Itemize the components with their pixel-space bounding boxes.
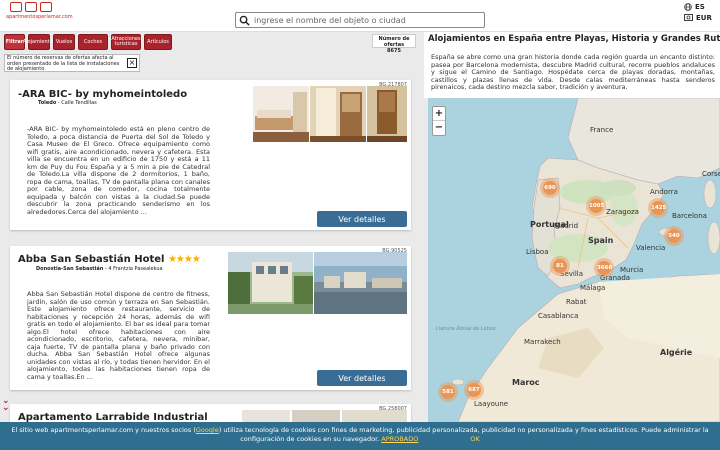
site-logo[interactable]: apartmentosperlamar.com [6,2,73,24]
listing-location: Donostia-San Sebastián - 4 Frantzia Pase… [36,266,163,272]
header: apartmentosperlamar.com ingrese el nombr… [0,0,720,32]
notice-text: El número de reservas de ofertas afecta … [7,55,120,72]
map-cluster-marker[interactable]: 540 [664,226,684,246]
filter-cars[interactable]: Coches [78,34,108,50]
cookie-approve-link[interactable]: APROBADO [381,435,418,443]
map-cluster-marker[interactable]: 81 [550,256,570,276]
region-info-panel: Alojamientos en España entre Playas, His… [424,32,720,98]
listing-title[interactable]: -ARA BIC- by myhomeintoledo [18,89,187,100]
map-label: Rabat [566,298,587,306]
listing-description: -ARA BIC- by myhomeintoledo está en plen… [27,125,210,216]
map-label: Andorra [650,188,678,196]
language-selector[interactable]: ES [684,1,718,12]
region-description: España se abre como una gran historia do… [431,53,715,91]
map-label: Lisboa [526,248,549,256]
currency-selector[interactable]: EUR [684,12,718,23]
zoom-in-button[interactable]: + [433,107,445,121]
map-cluster-marker[interactable]: 690 [540,178,560,198]
map-label: Portugal [530,220,569,229]
zoom-controls: + − [432,106,446,136]
logo-icons [6,2,72,12]
sort-notice: El número de reservas de ofertas afecta … [4,54,140,72]
map-label: Marrakech [524,338,561,346]
language-currency[interactable]: ES EUR [684,1,718,23]
view-details-button[interactable]: Ver detalles [317,211,407,227]
map-label: Algérie [660,348,693,357]
map-label: Barcelona [672,212,707,220]
offers-count-box: Número de ofertas 8675 [372,34,416,54]
listing-location: Toledo - Calle Tendillas [38,100,97,106]
map-label: France [590,126,614,134]
map-cluster-marker[interactable]: 3666 [594,258,614,278]
map-cluster-marker[interactable]: 687 [464,380,484,400]
money-icon [684,14,693,21]
map-label: Málaga [580,284,606,292]
map-cluster-marker[interactable]: 1005 [586,196,606,216]
filter-attractions[interactable]: Atracciones turísticas [111,34,141,50]
map-label: Casablanca [538,312,579,320]
listing-card[interactable]: BG.90525 Abba San Sebastián Hotel ★★★★ D… [10,246,411,390]
search-icon[interactable] [236,13,252,27]
castle-icon [25,2,37,12]
chevron-down-icon[interactable]: ⌄ ⌄ [2,397,10,413]
map-label: Maroc [512,378,540,387]
offers-count: 8675 [387,48,401,54]
plane-icon [40,2,52,12]
listing-photo[interactable] [253,86,309,142]
language-label: ES [695,2,705,11]
map-label: Valencia [636,244,666,252]
close-icon[interactable]: × [127,58,137,68]
listing-description: Abba San Sebastián Hotel dispone de cent… [27,290,210,381]
listing-card[interactable]: BG.217807 -ARA BIC- by myhomeintoledo To… [10,80,411,230]
filter-articles[interactable]: Artículos [144,34,172,50]
cookie-text-1: El sitio web apartmentsperlamar.com y nu… [11,426,196,434]
listing-photo[interactable] [310,86,366,142]
globe-icon [684,2,692,11]
car-icon [10,2,22,12]
map-label: Llanura Abisal de Lobos [436,326,496,332]
listing-city: Toledo [38,100,57,106]
listing-street: Calle Tendillas [61,100,97,106]
view-details-button[interactable]: Ver detalles [317,370,407,386]
map-label: Corse [702,170,720,178]
cookie-google-link[interactable]: Google [196,426,219,434]
zoom-out-button[interactable]: − [433,121,445,135]
listing-photo[interactable] [367,86,407,142]
map-label: Laayoune [474,400,509,408]
listing-photo[interactable] [228,252,313,314]
search-bar[interactable]: ingrese el nombre del objeto o ciudad [235,12,485,28]
search-input[interactable]: ingrese el nombre del objeto o ciudad [252,16,406,25]
map-label: Murcia [620,266,644,274]
currency-label: EUR [696,13,712,22]
offers-label: Número de ofertas [378,36,410,48]
region-title: Alojamientos en España entre Playas, His… [428,34,720,44]
map-canvas [428,98,720,422]
logo-text: apartmentosperlamar.com [6,14,73,20]
star-rating-icon: ★★★★ [167,254,201,265]
listing-title[interactable]: Abba San Sebastián Hotel ★★★★ [18,254,201,265]
cookie-banner: El sitio web apartmentsperlamar.com y nu… [0,422,720,450]
listing-photo[interactable] [314,252,407,314]
filter-bar: Filtrar Alojamientos Vuelos Coches Atrac… [4,32,420,52]
map-label: Spain [588,236,614,245]
cookie-text-2: ) utiliza tecnología de cookies con fine… [218,426,709,443]
filter-accommodations[interactable]: Alojamientos [23,34,55,50]
listing-street: 4 Frantzia Pasealekua [108,266,163,272]
filter-flights[interactable]: Vuelos [53,34,75,50]
listing-city: Donostia-San Sebastián [36,266,104,272]
map-cluster-marker[interactable]: 1425 [648,198,668,218]
cookie-ok-button[interactable]: OK [470,435,479,443]
listing-title-text: Abba San Sebastián Hotel [18,254,165,265]
map[interactable]: + − France Andorra Zaragoza Barcelona Sp… [428,98,720,422]
map-cluster-marker[interactable]: 581 [438,382,458,402]
map-label: Zaragoza [606,208,639,216]
